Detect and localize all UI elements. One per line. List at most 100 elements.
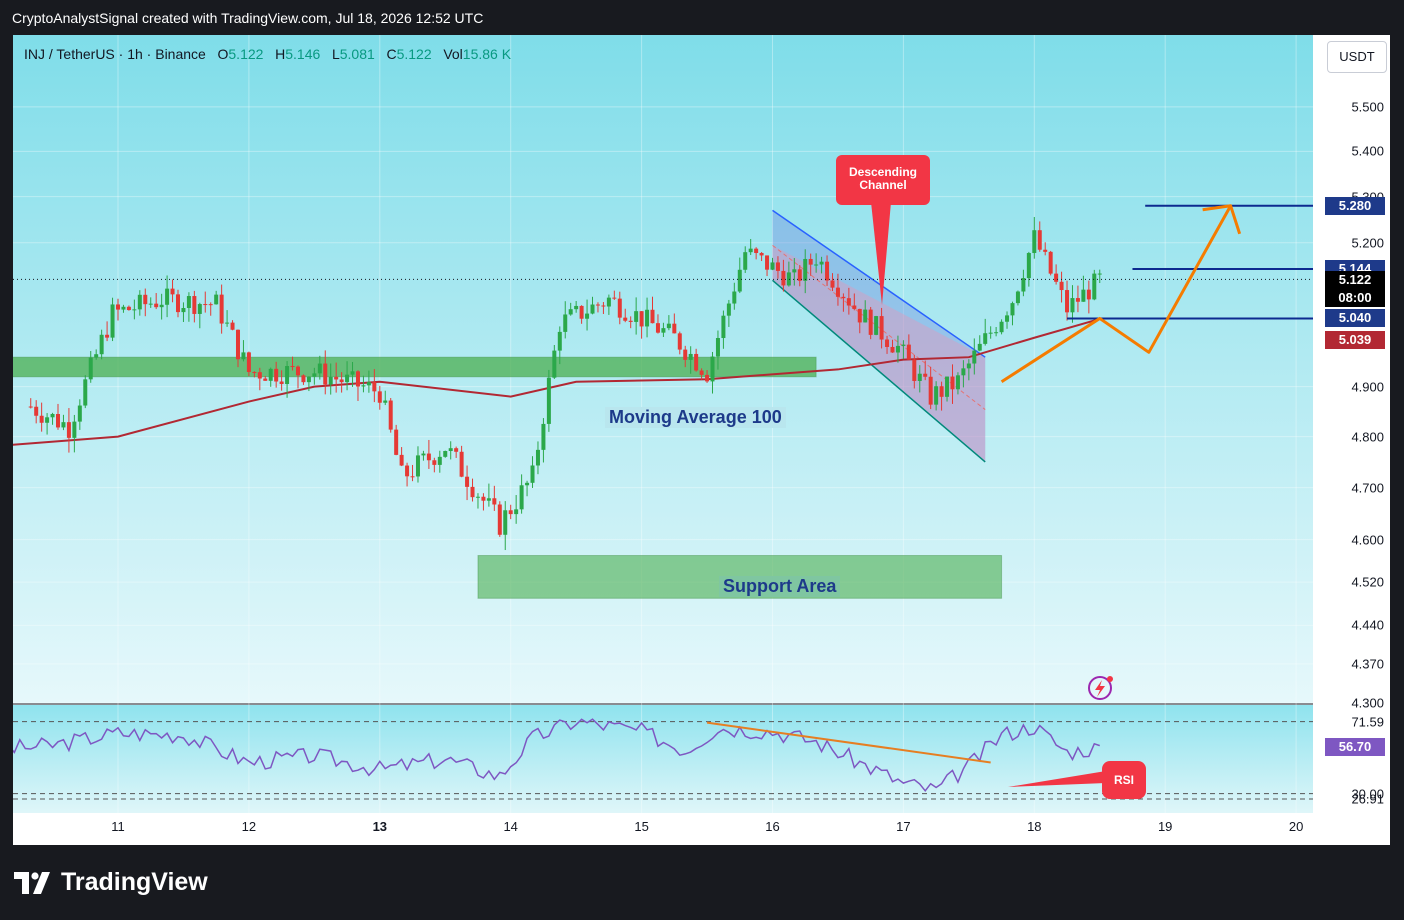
high-label: H: [275, 46, 286, 62]
candle-body: [170, 288, 175, 295]
candle-body: [312, 373, 317, 377]
candle-body: [966, 363, 971, 369]
candle-body: [1037, 230, 1042, 250]
candle-body: [595, 304, 600, 306]
tradingview-logo-icon: [14, 872, 50, 895]
candle-body: [699, 370, 704, 375]
time-axis-tick: 18: [1027, 819, 1042, 834]
candle-body: [617, 298, 622, 318]
candle-body: [961, 368, 966, 376]
price-axis-tick: 4.520: [1351, 574, 1384, 590]
price-badge: 5.122: [1325, 271, 1385, 290]
candle-body: [792, 269, 797, 273]
candle-body: [874, 316, 879, 335]
candle-body: [694, 353, 699, 371]
candle-body: [912, 359, 917, 381]
price-axis-tick: 4.440: [1351, 617, 1384, 633]
candle-body: [585, 313, 590, 319]
candle-body: [285, 366, 290, 384]
candle-body: [230, 322, 235, 330]
high-value: 5.146: [285, 46, 321, 62]
candle-body: [868, 309, 873, 335]
candle-body: [99, 334, 104, 355]
callout-line-2: Channel: [859, 178, 907, 192]
candle-body: [235, 329, 240, 360]
chart-frame[interactable]: INJ / TetherUS · 1h · Binance O5.122 H5.…: [13, 35, 1390, 845]
candle-body: [345, 374, 350, 383]
price-axis-tick: 5.400: [1351, 143, 1384, 159]
time-axis-background: [13, 813, 1313, 845]
currency-button[interactable]: USDT: [1327, 41, 1387, 73]
candle-body: [819, 261, 824, 265]
candle-body: [977, 343, 982, 351]
candle-body: [726, 303, 731, 316]
candle-body: [246, 352, 251, 373]
close-label: C: [386, 46, 397, 62]
candle-body: [197, 304, 202, 314]
candle-body: [203, 304, 208, 306]
candle-body: [214, 294, 219, 305]
candle-body: [765, 255, 770, 270]
tradingview-logo[interactable]: TradingView: [14, 868, 208, 897]
candle-body: [339, 379, 344, 383]
candle-body: [426, 453, 431, 461]
candle-body: [661, 328, 666, 333]
candle-body: [934, 386, 939, 405]
candle-body: [388, 400, 393, 430]
candle-body: [1015, 291, 1020, 304]
candle-body: [1081, 289, 1086, 302]
candle-body: [710, 356, 715, 382]
candle-body: [634, 311, 639, 322]
candle-body: [355, 371, 360, 387]
candle-body: [994, 332, 999, 334]
candle-body: [508, 510, 513, 515]
candle-body: [219, 294, 224, 324]
candle-body: [56, 413, 61, 428]
candle-body: [955, 375, 960, 390]
chart-canvas[interactable]: [13, 35, 1390, 845]
candle-body: [732, 291, 737, 304]
candle-body: [863, 309, 868, 323]
candle-body: [950, 376, 955, 390]
time-axis-tick: 16: [765, 819, 780, 834]
candle-body: [939, 386, 944, 397]
candle-body: [252, 372, 257, 374]
candle-body: [775, 262, 780, 271]
candle-body: [377, 391, 382, 403]
candle-body: [557, 331, 562, 351]
candle-body: [759, 252, 764, 256]
candle-body: [143, 294, 148, 305]
candle-body: [579, 305, 584, 319]
candle-body: [366, 382, 371, 386]
time-axis-tick: 15: [634, 819, 649, 834]
candle-body: [814, 264, 819, 266]
candle-body: [688, 353, 693, 360]
candle-body: [328, 376, 333, 385]
candle-body: [852, 305, 857, 309]
price-axis-tick: 4.900: [1351, 379, 1384, 395]
candle-body: [126, 306, 131, 311]
candle-body: [546, 377, 551, 424]
volume-value: 15.86 K: [462, 46, 512, 62]
candle-body: [83, 379, 88, 406]
price-badge: 5.280: [1325, 196, 1385, 215]
candle-body: [497, 504, 502, 535]
candle-body: [421, 453, 426, 456]
candle-body: [350, 371, 355, 375]
symbol-name: INJ / TetherUS · 1h · Binance: [24, 46, 206, 62]
candle-body: [574, 305, 579, 310]
time-axis-tick: 19: [1157, 819, 1173, 834]
candle-body: [415, 455, 420, 477]
candle-body: [672, 323, 677, 334]
candle-body: [623, 317, 628, 321]
candle-body: [186, 296, 191, 309]
candle-body: [754, 248, 759, 253]
candle-body: [34, 406, 39, 416]
candle-body: [786, 272, 791, 286]
candle-body: [803, 258, 808, 281]
candle-body: [459, 451, 464, 477]
candle-body: [857, 308, 862, 323]
candle-body: [519, 485, 524, 510]
rsi-value-badge: 56.70: [1325, 738, 1385, 757]
symbol-info: INJ / TetherUS · 1h · Binance O5.122 H5.…: [24, 46, 511, 62]
